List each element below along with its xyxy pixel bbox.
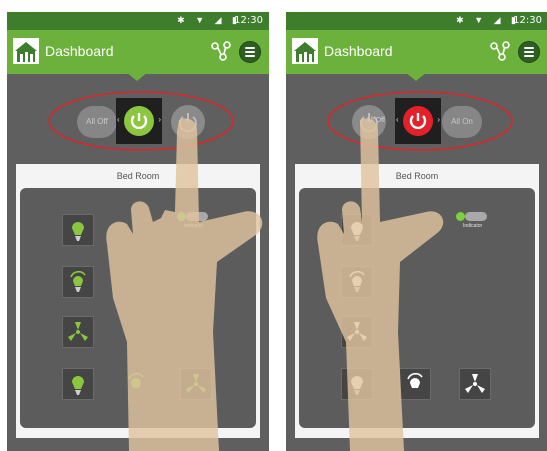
home-logo-icon: [292, 38, 318, 64]
app-bar-pointer: [126, 72, 148, 81]
indicator-track: [186, 212, 208, 221]
dimmer-bulb-device[interactable]: [62, 266, 94, 298]
indicator-label: Indicator: [463, 223, 483, 229]
indicator-track: [465, 212, 487, 221]
bulb-device-2[interactable]: [62, 368, 94, 400]
status-bar: ✱ ▼ ◢ ▮ 12:30: [7, 12, 269, 30]
dimmer-bulb-icon: [407, 372, 423, 388]
bulb-on-icon: [72, 222, 84, 241]
fan-device-2[interactable]: [180, 368, 212, 400]
indicator-dot: [177, 212, 186, 221]
room-title: Bed Room: [116, 171, 160, 181]
dimmer-bulb-icon: [128, 372, 144, 388]
device-panel: Indicator: [299, 188, 535, 428]
bulb-off-icon: [351, 222, 363, 241]
bulb-device[interactable]: [62, 214, 94, 246]
app-title: Dashboard: [45, 43, 114, 59]
fan-device-2[interactable]: [459, 368, 491, 400]
dimmer-bulb-device-2[interactable]: [120, 368, 152, 400]
bulb-on-icon: [72, 376, 84, 395]
room-title: Bed Room: [395, 171, 439, 181]
phone-screen-right: ✱ ▼ ◢ ▮ 12:30 Dashboard All Off All On ‹…: [286, 12, 547, 451]
status-time: 12:30: [234, 15, 263, 26]
fan-on-icon: [68, 322, 88, 341]
device-panel: Indicator: [20, 188, 256, 428]
phone-screen-left: ✱ ▼ ◢ ▮ 12:30 Dashboard All Off ‹ › Bed …: [7, 12, 269, 451]
dimmer-bulb-icon: [349, 270, 365, 292]
network-share-icon[interactable]: [488, 39, 512, 63]
menu-icon[interactable]: [239, 41, 261, 63]
bulb-device-2[interactable]: [341, 368, 373, 400]
fan-on-icon: [186, 374, 206, 393]
menu-icon[interactable]: [518, 41, 540, 63]
app-bar-pointer: [405, 72, 427, 81]
room-card: Bed Room Indicator: [16, 164, 260, 438]
dimmer-bulb-icon: [70, 270, 86, 292]
indicator-dot: [456, 212, 465, 221]
dimmer-bulb-device-2[interactable]: [399, 368, 431, 400]
fan-device[interactable]: [341, 316, 373, 348]
dimmer-bulb-device[interactable]: [341, 266, 373, 298]
app-bar: Dashboard: [286, 30, 547, 74]
room-card: Bed Room Indicator: [295, 164, 539, 438]
status-icons: ✱ ▼ ◢ ▮: [177, 15, 241, 25]
fan-off-icon: [347, 322, 367, 341]
status-icons: ✱ ▼ ◢ ▮: [456, 15, 520, 25]
highlight-ellipse: [327, 91, 513, 151]
indicator-label: Indicator: [184, 223, 204, 229]
fan-device[interactable]: [62, 316, 94, 348]
network-share-icon[interactable]: [209, 39, 233, 63]
status-time: 12:30: [513, 15, 542, 26]
bulb-off-icon: [351, 376, 363, 395]
highlight-ellipse: [48, 91, 234, 151]
home-logo-icon: [13, 38, 39, 64]
fan-off-icon: [465, 374, 485, 393]
app-bar: Dashboard: [7, 30, 269, 74]
bulb-device[interactable]: [341, 214, 373, 246]
app-title: Dashboard: [324, 43, 393, 59]
status-bar: ✱ ▼ ◢ ▮ 12:30: [286, 12, 547, 30]
